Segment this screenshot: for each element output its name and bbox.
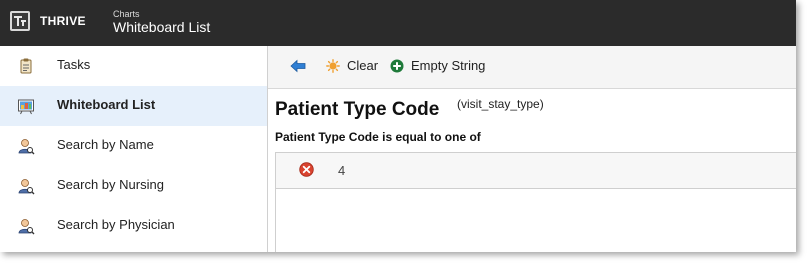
clear-button[interactable]: Clear bbox=[347, 58, 378, 73]
brand-name: THRIVE bbox=[40, 14, 86, 28]
thrive-logo-icon[interactable] bbox=[10, 11, 30, 31]
field-code: (visit_stay_type) bbox=[457, 97, 544, 111]
sidebar-item-search-by-physician[interactable]: Search by Physician bbox=[0, 206, 267, 246]
sidebar-item-label: Search by Nursing bbox=[57, 177, 164, 192]
add-circle-icon[interactable] bbox=[390, 59, 404, 73]
sidebar-item-tasks[interactable]: Tasks bbox=[0, 46, 267, 86]
person-search-icon bbox=[17, 177, 35, 195]
breadcrumb-section[interactable]: Charts bbox=[113, 9, 140, 19]
empty-string-button[interactable]: Empty String bbox=[411, 58, 485, 73]
sidebar-item-whiteboard-list[interactable]: Whiteboard List bbox=[0, 86, 267, 126]
field-title: Patient Type Code bbox=[275, 99, 440, 120]
person-search-icon bbox=[17, 137, 35, 155]
sidebar-item-search-by-name[interactable]: Search by Name bbox=[0, 126, 267, 166]
main-panel: Clear Empty String Patient Type Code (vi… bbox=[268, 46, 796, 252]
sidebar-item-label: Tasks bbox=[57, 57, 91, 72]
filter-condition: Patient Type Code is equal to one of bbox=[275, 130, 481, 144]
sidebar: Tasks Whiteboard List Search by Name Sea… bbox=[0, 46, 268, 252]
clipboard-icon bbox=[17, 57, 35, 75]
sidebar-item-label: Whiteboard List bbox=[57, 97, 156, 112]
list-item: 4 bbox=[276, 153, 796, 189]
clear-icon[interactable] bbox=[326, 59, 340, 73]
toolbar: Clear Empty String bbox=[268, 46, 796, 89]
sidebar-item-label: Search by Physician bbox=[57, 217, 175, 232]
app-window: THRIVE Charts Whiteboard List Tasks Whit… bbox=[0, 0, 796, 252]
whiteboard-icon bbox=[17, 97, 35, 115]
value-text: 4 bbox=[338, 163, 346, 178]
page-title: Whiteboard List bbox=[113, 19, 211, 35]
top-bar: THRIVE Charts Whiteboard List bbox=[0, 0, 796, 46]
values-list: 4 bbox=[275, 152, 796, 252]
person-search-icon bbox=[17, 217, 35, 235]
back-arrow-icon[interactable] bbox=[290, 59, 306, 73]
remove-value-icon[interactable] bbox=[299, 162, 314, 177]
sidebar-item-search-by-nursing[interactable]: Search by Nursing bbox=[0, 166, 267, 206]
sidebar-item-label: Search by Name bbox=[57, 137, 154, 152]
